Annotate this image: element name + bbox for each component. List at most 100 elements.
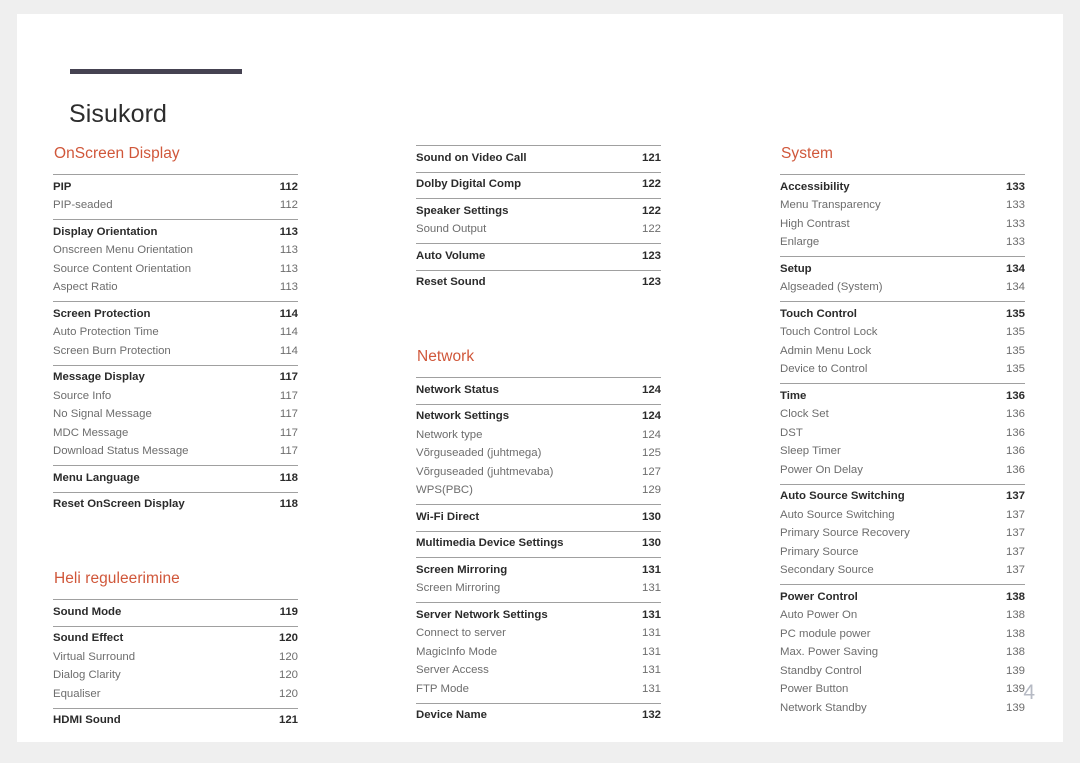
toc-group: Accessibility 133 Menu Transparency 133 High…	[780, 174, 1025, 256]
toc-entry[interactable]: Download Status Message 117	[53, 443, 298, 462]
toc-entry-label: Võrguseaded (juhtmega)	[416, 447, 542, 459]
toc-entry-page: 134	[1005, 262, 1025, 275]
toc-entry[interactable]: PIP-seaded 112	[53, 197, 298, 216]
toc-entry[interactable]: Display Orientation 113	[53, 223, 298, 242]
toc-entry-label: Auto Source Switching	[780, 490, 905, 502]
toc-entry[interactable]: Screen Mirroring 131	[416, 580, 661, 599]
toc-entry[interactable]: Menu Transparency 133	[780, 197, 1025, 216]
toc-entry-page: 118	[279, 471, 298, 484]
toc-entry[interactable]: Power On Delay 136	[780, 461, 1025, 480]
toc-entry[interactable]: Enlarge 133	[780, 234, 1025, 253]
toc-entry-label: Download Status Message	[53, 445, 189, 457]
toc-entry[interactable]: Primary Source Recovery 137	[780, 525, 1025, 544]
toc-entry-page: 114	[279, 326, 298, 338]
toc-entry[interactable]: Touch Control 135	[780, 305, 1025, 324]
toc-entry[interactable]: Setup 134	[780, 260, 1025, 279]
toc-group: Network Settings 124 Network type 124 Võrgus…	[416, 403, 661, 505]
toc-entry-label: Standby Control	[780, 664, 862, 677]
toc-entry[interactable]: MagicInfo Mode 131	[416, 643, 661, 662]
toc-entry[interactable]: Onscreen Menu Orientation 113	[53, 242, 298, 261]
toc-entry-page: 118	[279, 498, 298, 510]
toc-entry-page: 138	[1005, 646, 1025, 658]
toc-entry[interactable]: Touch Control Lock 135	[780, 324, 1025, 343]
toc-entry[interactable]: WPS(PBC) 129	[416, 482, 661, 501]
toc-entry[interactable]: PC module power 138	[780, 625, 1025, 644]
toc-entry[interactable]: Message Display 117	[53, 369, 298, 388]
toc-entry-page: 124	[641, 410, 661, 422]
toc-entry[interactable]: Wi-Fi Direct 130	[416, 508, 661, 527]
toc-entry[interactable]: Source Info 117	[53, 387, 298, 406]
toc-entry[interactable]: Power Button 139	[780, 681, 1025, 700]
toc-entry-page: 139	[1005, 683, 1025, 695]
toc-entry[interactable]: Reset OnScreen Display 118	[53, 496, 298, 515]
toc-entry[interactable]: Auto Source Switching 137	[780, 506, 1025, 525]
toc-group: Reset Sound 123	[416, 269, 661, 297]
toc-entry[interactable]: Network Standby 139	[780, 699, 1025, 718]
toc-entry[interactable]: Standby Control 139	[780, 662, 1025, 681]
toc-entry[interactable]: Võrguseaded (juhtmevaba) 127	[416, 463, 661, 482]
toc-entry[interactable]: Device Name 132	[416, 707, 661, 726]
toc-entry-page: 117	[279, 408, 298, 420]
toc-entry[interactable]: Sound Effect 120	[53, 630, 298, 649]
column-2: Sound on Video Call 121 Dolby Digital Comp…	[416, 145, 661, 734]
toc-entry[interactable]: Virtual Surround 120	[53, 648, 298, 667]
toc-entry[interactable]: Reset Sound 123	[416, 274, 661, 293]
toc-entry[interactable]: Secondary Source 137	[780, 562, 1025, 581]
toc-entry-page: 134	[1005, 281, 1025, 293]
toc-group: Setup 134 Algseaded (System) 134	[780, 256, 1025, 301]
toc-entry[interactable]: Admin Menu Lock 135	[780, 342, 1025, 361]
toc-entry[interactable]: Algseaded (System) 134	[780, 279, 1025, 298]
toc-entry[interactable]: Server Network Settings 131	[416, 606, 661, 625]
toc-entry[interactable]: Sound Mode 119	[53, 603, 298, 622]
toc-entry[interactable]: Primary Source 137	[780, 543, 1025, 562]
toc-entry-page: 120	[278, 650, 298, 663]
toc-entry[interactable]: Dialog Clarity 120	[53, 667, 298, 686]
toc-entry-page: 137	[1005, 508, 1025, 521]
toc-entry[interactable]: Network type 124	[416, 426, 661, 445]
title-rule-decoration	[70, 69, 242, 74]
toc-entry[interactable]: High Contrast 133	[780, 215, 1025, 234]
toc-entry[interactable]: Menu Language 118	[53, 469, 298, 488]
toc-entry[interactable]: Dolby Digital Comp 122	[416, 176, 661, 195]
toc-entry[interactable]: Connect to server 131	[416, 625, 661, 644]
toc-entry[interactable]: Device to Control 135	[780, 361, 1025, 380]
toc-entry[interactable]: Auto Power On 138	[780, 607, 1025, 626]
toc-entry-page: 121	[278, 714, 298, 726]
section-heading: Heli reguleerimine	[54, 570, 180, 587]
toc-entry-label: Time	[780, 389, 807, 402]
toc-entry[interactable]: Sound on Video Call 121	[416, 149, 661, 168]
toc-entry[interactable]: Screen Protection 114	[53, 305, 298, 324]
toc-entry[interactable]: Max. Power Saving 138	[780, 644, 1025, 663]
toc-entry[interactable]: Võrguseaded (juhtmega) 125	[416, 445, 661, 464]
toc-entry[interactable]: Auto Volume 123	[416, 247, 661, 266]
toc-entry-page: 138	[1005, 627, 1025, 640]
toc-entry[interactable]: Auto Source Switching 137	[780, 488, 1025, 507]
toc-entry[interactable]: Screen Mirroring 131	[416, 561, 661, 580]
toc-entry[interactable]: FTP Mode 131	[416, 680, 661, 699]
toc-entry[interactable]: Speaker Settings 122	[416, 202, 661, 221]
toc-entry[interactable]: Power Control 138	[780, 588, 1025, 607]
toc-entry[interactable]: Multimedia Device Settings 130	[416, 535, 661, 554]
toc-entry[interactable]: Equaliser 120	[53, 685, 298, 704]
toc-entry[interactable]: HDMI Sound 121	[53, 712, 298, 731]
toc-entry[interactable]: Network Settings 124	[416, 408, 661, 427]
toc-entry[interactable]: Accessibility 133	[780, 178, 1025, 197]
toc-entry[interactable]: Server Access 131	[416, 662, 661, 681]
toc-entry[interactable]: Time 136	[780, 387, 1025, 406]
toc-entry[interactable]: Screen Burn Protection 114	[53, 342, 298, 361]
toc-entry-label: Enlarge	[780, 236, 820, 248]
toc-entry[interactable]: No Signal Message 117	[53, 406, 298, 425]
toc-entry[interactable]: Auto Protection Time 114	[53, 324, 298, 343]
toc-entry[interactable]: DST 136	[780, 424, 1025, 443]
toc-entry[interactable]: Sleep Timer 136	[780, 443, 1025, 462]
toc-entry[interactable]: Sound Output 122	[416, 221, 661, 240]
toc-entry[interactable]: Network Status 124	[416, 381, 661, 400]
toc-entry[interactable]: PIP 112	[53, 178, 298, 197]
toc-entry[interactable]: MDC Message 117	[53, 424, 298, 443]
toc-entry-page: 120	[278, 687, 298, 700]
toc-entry[interactable]: Source Content Orientation 113	[53, 260, 298, 279]
toc-entry[interactable]: Aspect Ratio 113	[53, 279, 298, 298]
toc-entry[interactable]: Clock Set 136	[780, 406, 1025, 425]
toc-entry-page: 133	[1005, 180, 1025, 193]
toc-entry-label: Secondary Source	[780, 564, 874, 576]
